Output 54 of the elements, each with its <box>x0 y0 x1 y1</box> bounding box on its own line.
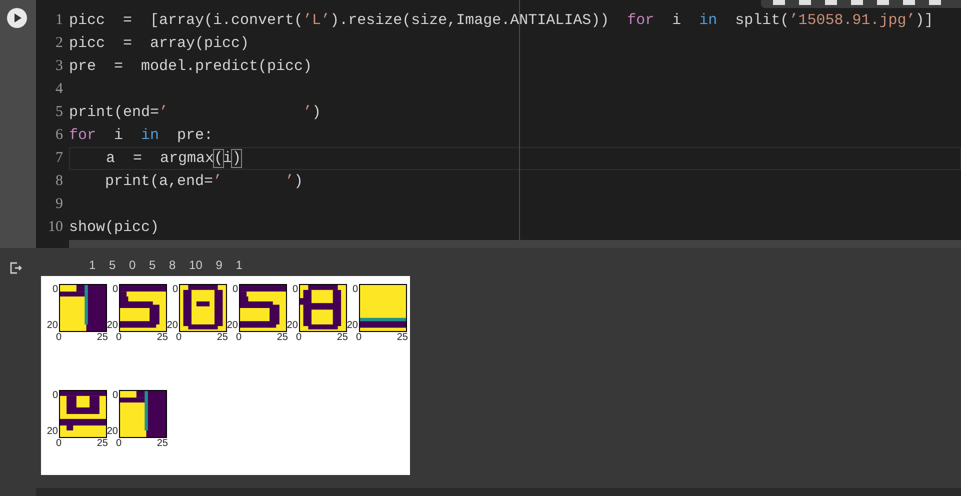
line-number: 8 <box>54 173 64 190</box>
tick-label: 25 <box>156 332 168 344</box>
tick-label: 0 <box>176 332 182 344</box>
tick-label: 20 <box>226 320 238 332</box>
code-line: picc = array(picc) <box>69 35 250 52</box>
line-number: 9 <box>54 196 64 213</box>
tick-label: 20 <box>46 320 58 332</box>
tick-label: 0 <box>56 332 62 344</box>
tick-label: 20 <box>46 426 58 438</box>
tick-label: 0 <box>352 284 358 296</box>
tick-label: 0 <box>52 284 58 296</box>
line-number: 10 <box>47 219 64 236</box>
tick-label: 20 <box>106 320 118 332</box>
tick-label: 20 <box>286 320 298 332</box>
tick-label: 25 <box>276 332 288 344</box>
tick-label: 0 <box>112 390 118 402</box>
tick-label: 0 <box>112 284 118 296</box>
tick-label: 0 <box>292 284 298 296</box>
horizontal-scrollbar[interactable] <box>69 240 961 248</box>
tick-label: 0 <box>116 438 122 450</box>
code-line: for i in pre: <box>69 127 214 144</box>
output-icon[interactable] <box>9 261 23 275</box>
code-line: show(picc) <box>69 219 160 236</box>
line-number: 1 <box>54 12 64 29</box>
code-line: print(a,end=’ ’) <box>104 173 304 190</box>
tick-label: 0 <box>52 390 58 402</box>
line-number: 7 <box>54 150 64 167</box>
tick-label: 25 <box>96 332 108 344</box>
tick-label: 25 <box>336 332 348 344</box>
output-text: 1 5 0 5 8 10 9 1 <box>89 258 244 274</box>
line-number: 2 <box>54 35 64 52</box>
tick-label: 0 <box>116 332 122 344</box>
tick-label: 0 <box>296 332 302 344</box>
tick-label: 0 <box>232 284 238 296</box>
line-number: 5 <box>54 104 64 121</box>
run-button-icon[interactable] <box>7 8 27 28</box>
tick-label: 0 <box>356 332 362 344</box>
tick-label: 20 <box>166 320 178 332</box>
tick-label: 25 <box>156 438 168 450</box>
tick-label: 0 <box>172 284 178 296</box>
line-number: 4 <box>54 81 64 98</box>
tick-label: 25 <box>96 438 108 450</box>
line-number: 6 <box>54 127 64 144</box>
line-number: 3 <box>54 58 64 75</box>
tick-label: 0 <box>56 438 62 450</box>
code-line: pre = model.predict(picc) <box>69 58 312 75</box>
code-line: print(end=’ ’) <box>69 104 322 121</box>
tick-label: 20 <box>106 426 118 438</box>
tick-label: 25 <box>216 332 228 344</box>
code-line: picc = [array(i.convert(’L’).resize(size,Image.ANTIALIAS)) for i in split(’15058.91.jpg’)] <box>69 12 934 29</box>
tick-label: 0 <box>236 332 242 344</box>
tick-label: 25 <box>396 332 408 344</box>
tick-label: 20 <box>346 320 358 332</box>
code-line: a = argmax(i) <box>105 150 242 167</box>
